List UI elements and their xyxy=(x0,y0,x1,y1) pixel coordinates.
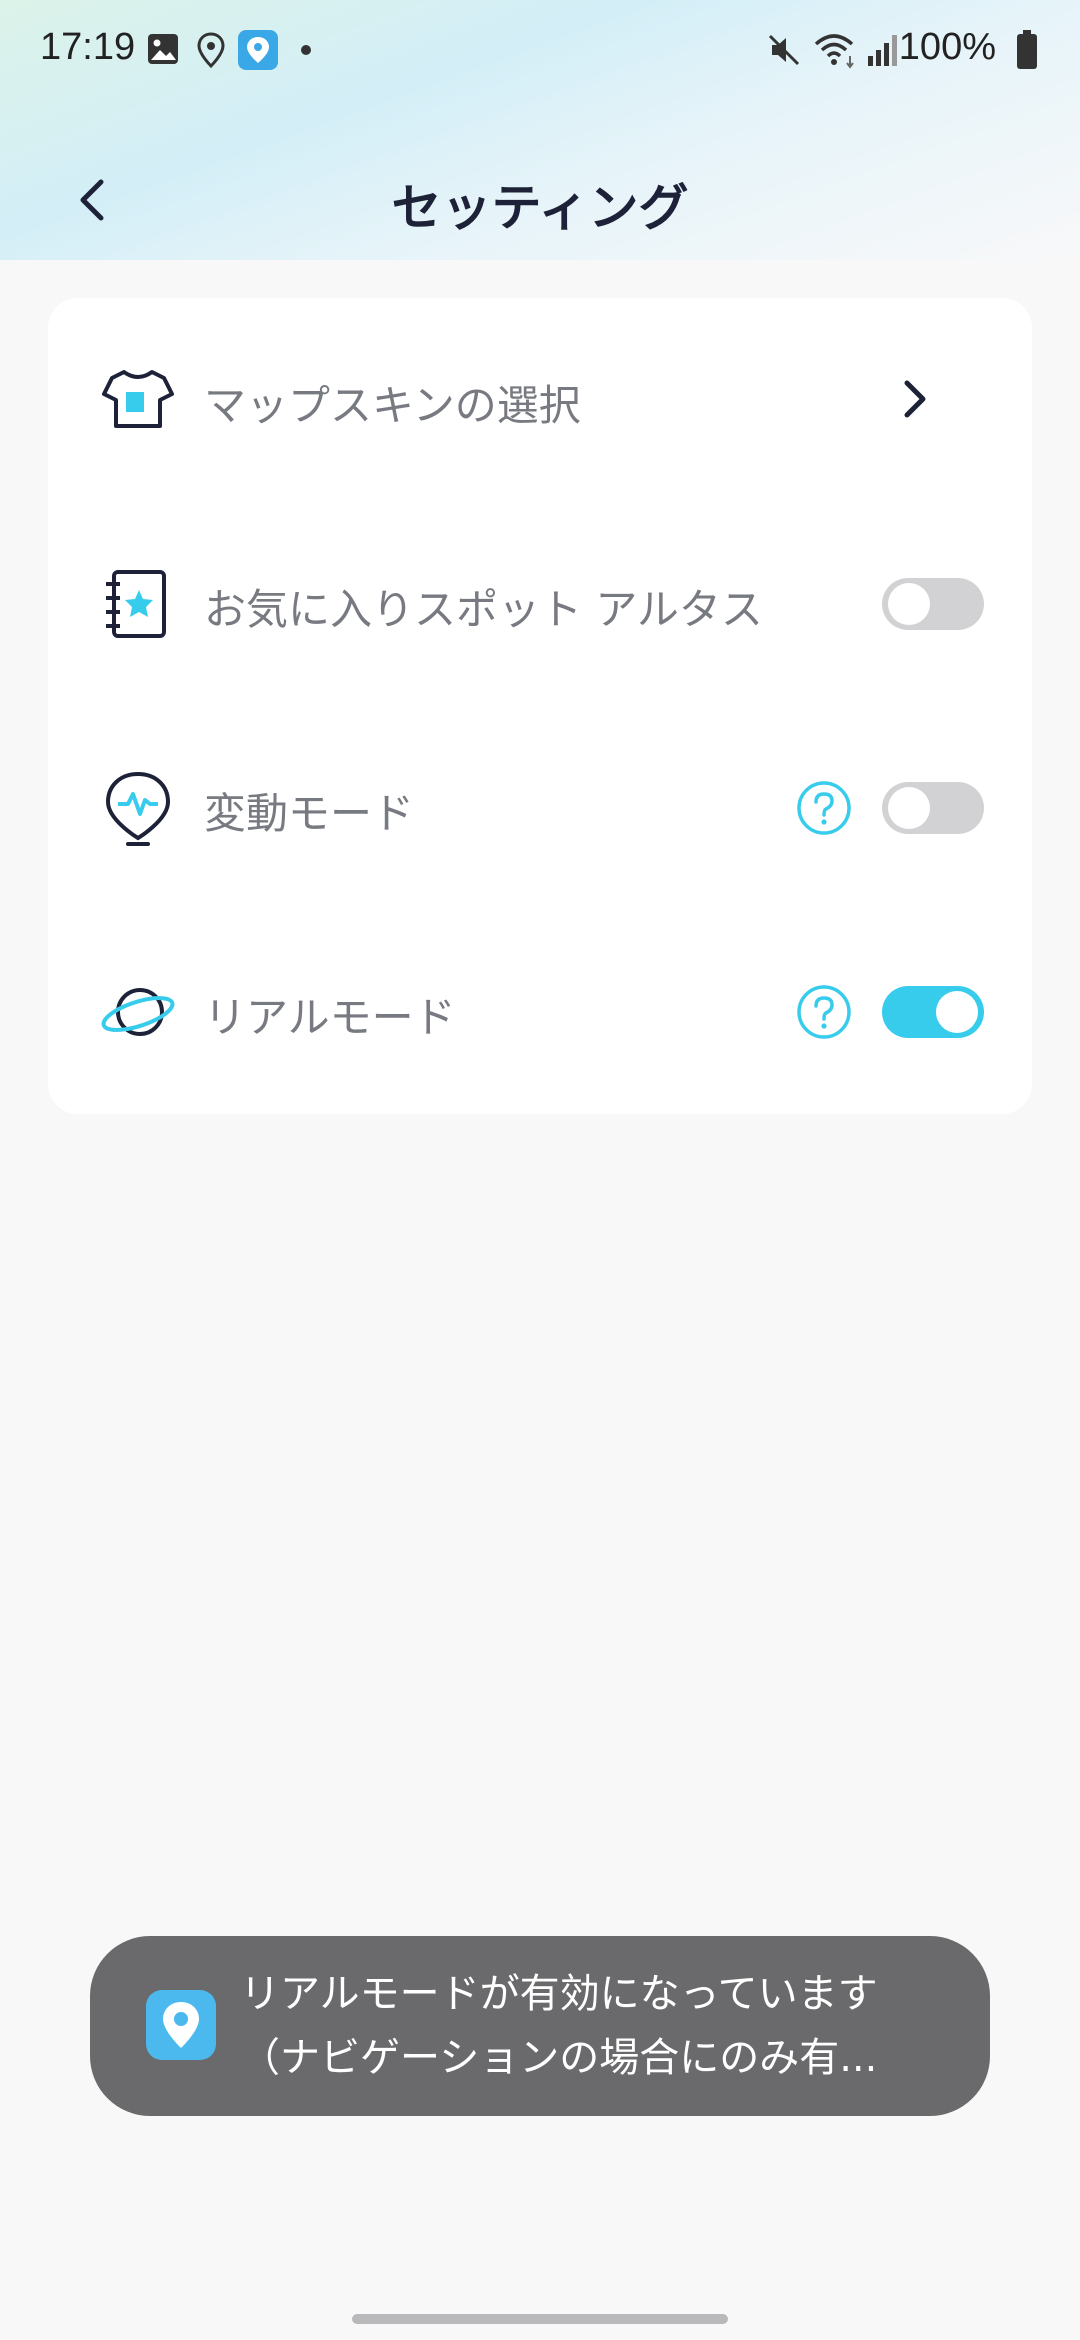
real-mode-toggle[interactable] xyxy=(882,986,984,1038)
toggle-knob xyxy=(888,583,930,625)
dot-icon xyxy=(301,45,311,55)
tshirt-icon xyxy=(102,370,174,428)
toggle-knob xyxy=(888,787,930,829)
chevron-right-icon xyxy=(904,380,926,418)
help-icon[interactable] xyxy=(796,780,852,836)
header: セッティング xyxy=(0,150,1080,250)
settings-item-variable-mode: 変動モード xyxy=(48,706,1032,910)
home-indicator[interactable] xyxy=(352,2314,728,2324)
settings-item-favorite-spot: お気に入りスポット アルタス xyxy=(48,502,1032,706)
status-battery-percent: 100% xyxy=(898,26,996,68)
settings-item-map-skin[interactable]: マップスキンの選択 xyxy=(48,298,1032,502)
help-icon[interactable] xyxy=(796,984,852,1040)
planet-icon xyxy=(101,988,175,1036)
toast-line-1: リアルモードが有効になっています xyxy=(240,1971,878,2017)
settings-item-label: リアルモード xyxy=(204,993,456,1042)
signal-icon xyxy=(868,35,897,66)
status-time: 17:19 xyxy=(40,26,136,68)
toast-message: リアルモードが有効になっています （ナビゲーションの場合にのみ有... xyxy=(240,1962,970,2090)
favorites-book-icon xyxy=(106,570,166,638)
battery-icon xyxy=(1017,30,1037,69)
status-bar: 17:19 100% xyxy=(0,0,1080,100)
location-icon xyxy=(197,32,225,68)
settings-item-label: お気に入りスポット アルタス xyxy=(204,585,763,634)
favorite-spot-toggle[interactable] xyxy=(882,578,984,630)
app-pin-icon xyxy=(146,1990,216,2060)
page-title: セッティング xyxy=(391,179,689,237)
settings-item-label: マップスキンの選択 xyxy=(204,381,581,430)
settings-item-label: 変動モード xyxy=(204,789,415,838)
toast-notification: リアルモードが有効になっています （ナビゲーションの場合にのみ有... xyxy=(90,1936,990,2116)
mute-icon xyxy=(768,34,800,66)
toast-line-2: （ナビゲーションの場合にのみ有... xyxy=(240,2035,878,2081)
app-icon xyxy=(238,30,278,70)
gallery-icon xyxy=(148,34,178,64)
settings-item-real-mode: リアルモード xyxy=(48,910,1032,1114)
wifi-icon xyxy=(814,34,854,69)
settings-card: マップスキンの選択 お気に入りスポット アルタス 変動モード リアルモード xyxy=(48,298,1032,1114)
variable-mode-toggle[interactable] xyxy=(882,782,984,834)
toggle-knob xyxy=(936,991,978,1033)
pulse-pin-icon xyxy=(105,771,171,846)
